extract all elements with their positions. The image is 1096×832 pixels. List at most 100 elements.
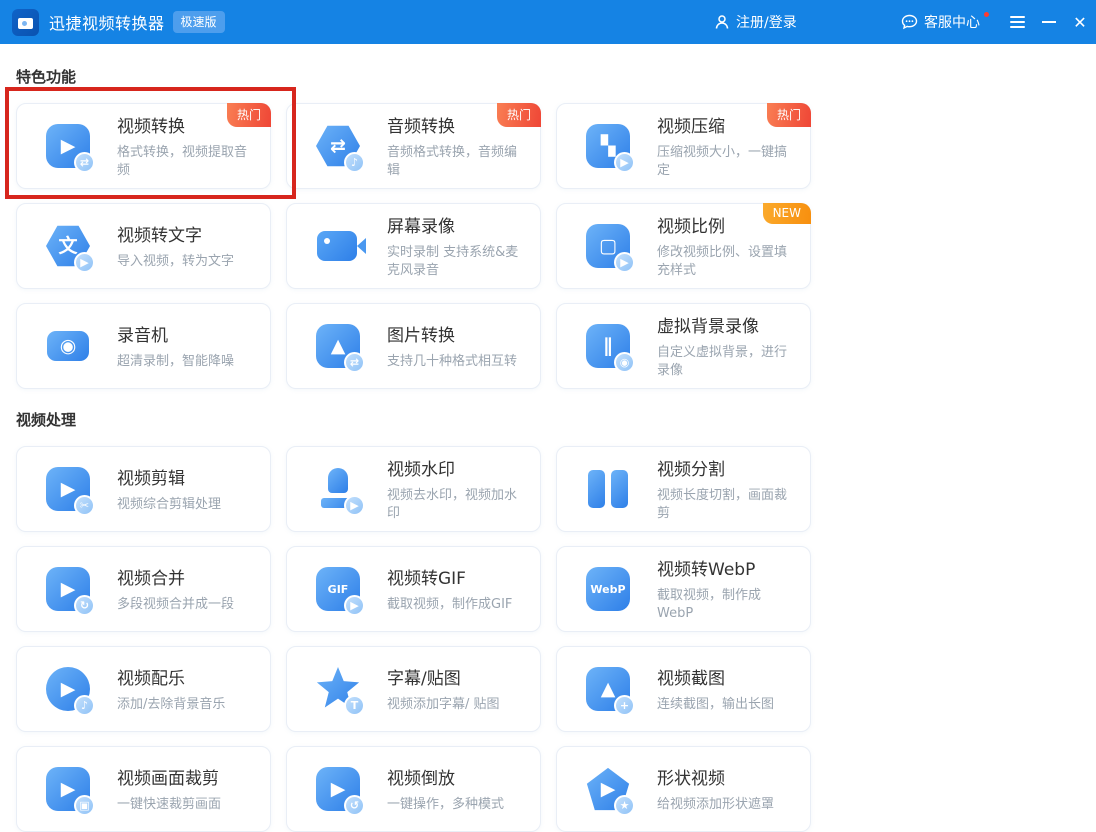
support-label: 客服中心: [924, 15, 980, 31]
card-subtitle: 一键快速裁剪画面: [117, 797, 222, 813]
edition-badge: 极速版: [172, 11, 225, 33]
feature-card[interactable]: ▲ + 视频截图 连续截图，输出长图: [556, 646, 811, 732]
card-subtitle: 支持几十种格式相互转: [387, 354, 518, 370]
feature-card[interactable]: GIF ▶ 视频转GIF 截取视频，制作成GIF: [286, 546, 541, 632]
card-subtitle: 视频添加字幕/ 贴图: [387, 697, 500, 713]
app-logo-camera-icon: [12, 8, 39, 36]
feature-card[interactable]: ▶ ★ 形状视频 给视频添加形状遮罩: [556, 746, 811, 832]
video-crop-icon: ▶ ▣: [44, 765, 95, 816]
user-icon: [715, 15, 729, 29]
close-icon[interactable]: ✕: [1068, 0, 1092, 44]
card-subtitle: 截取视频，制作成WebP: [657, 588, 762, 621]
subtitle-sticker-icon: T: [314, 665, 365, 716]
icon-mini-badge: ♪: [74, 695, 95, 716]
card-subtitle: 实时录制 支持系统&麦克风录音: [387, 245, 519, 278]
icon-mini-badge: ▶: [614, 152, 635, 173]
main-content: 特色功能 ▶ ⇄ 视频转换 格式转换，视频提取音频 热门 ⇄ ♪ 音频转换 音频…: [0, 44, 1096, 832]
feature-card[interactable]: 视频分割 视频长度切割，画面裁剪: [556, 446, 811, 532]
card-subtitle: 添加/去除背景音乐: [117, 697, 226, 713]
card-subtitle: 给视频添加形状遮罩: [657, 797, 775, 813]
video-to-gif-icon: GIF ▶: [314, 565, 365, 616]
corner-badge: 热门: [766, 103, 811, 127]
card-title: 视频画面裁剪: [117, 769, 219, 790]
voice-recorder-icon: ◉: [44, 322, 92, 370]
login-label: 注册/登录: [736, 15, 797, 31]
icon-mini-badge: T: [344, 695, 365, 716]
video-compress-icon: ▚ ▶: [584, 122, 635, 173]
icon-mini-badge: +: [614, 695, 635, 716]
feature-card[interactable]: ▶ ▣ 视频画面裁剪 一键快速裁剪画面: [16, 746, 271, 832]
section-title-video-processing: 视频处理: [16, 411, 77, 429]
video-watermark-icon: ▶: [314, 465, 365, 516]
icon-mini-badge: ★: [614, 795, 635, 816]
card-subtitle: 视频综合剪辑处理: [117, 497, 222, 513]
card-subtitle: 格式转换，视频提取音频: [117, 145, 248, 178]
card-title: 视频分割: [657, 460, 725, 481]
video-merge-icon: ▶ ↻: [44, 565, 95, 616]
audio-convert-icon: ⇄ ♪: [314, 122, 365, 173]
virtual-background-record-icon: ∥ ◉: [584, 322, 635, 373]
card-title: 视频转GIF: [387, 569, 466, 590]
icon-mini-badge: ▶: [344, 495, 365, 516]
icon-mini-badge: ▶: [74, 252, 95, 273]
minimize-icon[interactable]: [1038, 0, 1060, 44]
feature-card[interactable]: ⇄ ♪ 音频转换 音频格式转换，音频编辑 热门: [286, 103, 541, 189]
video-to-text-icon: 文 ▶: [44, 222, 95, 273]
card-title: 视频转文字: [117, 226, 202, 247]
icon-mini-badge: ▶: [344, 595, 365, 616]
feature-card[interactable]: 文 ▶ 视频转文字 导入视频，转为文字: [16, 203, 271, 289]
icon-mini-badge: ⇄: [74, 152, 95, 173]
feature-card[interactable]: ◉ 录音机 超清录制，智能降噪: [16, 303, 271, 389]
feature-card[interactable]: ▶ ⇄ 视频转换 格式转换，视频提取音频 热门: [16, 103, 271, 189]
card-title: 视频截图: [657, 669, 725, 690]
screen-record-icon: [314, 222, 362, 270]
card-title: 字幕/贴图: [387, 669, 461, 690]
card-title: 视频转WebP: [657, 560, 756, 581]
card-subtitle: 自定义虚拟背景，进行录像: [657, 345, 788, 378]
card-subtitle: 导入视频，转为文字: [117, 254, 235, 270]
feature-card[interactable]: ▶ ↺ 视频倒放 一键操作，多种模式: [286, 746, 541, 832]
icon-mini-badge: ↺: [344, 795, 365, 816]
card-subtitle: 连续截图，输出长图: [657, 697, 775, 713]
hamburger-menu-icon[interactable]: [1006, 0, 1028, 44]
video-screenshot-icon: ▲ +: [584, 665, 635, 716]
video-music-icon: ▶ ♪: [44, 665, 95, 716]
card-title: 视频剪辑: [117, 469, 185, 490]
feature-card[interactable]: ▶ ♪ 视频配乐 添加/去除背景音乐: [16, 646, 271, 732]
card-subtitle: 一键操作，多种模式: [387, 797, 505, 813]
feature-card[interactable]: ▢ ▶ 视频比例 修改视频比例、设置填充样式 NEW: [556, 203, 811, 289]
title-bar: 迅捷视频转换器 极速版 注册/登录 客服中心 ✕: [0, 0, 1096, 44]
video-convert-icon: ▶ ⇄: [44, 122, 95, 173]
corner-badge: 热门: [496, 103, 541, 127]
card-subtitle: 视频去水印，视频加水印: [387, 488, 518, 521]
card-subtitle: 视频长度切割，画面裁剪: [657, 488, 788, 521]
card-title: 虚拟背景录像: [657, 317, 759, 338]
feature-card[interactable]: ▶ ↻ 视频合并 多段视频合并成一段: [16, 546, 271, 632]
card-title: 视频配乐: [117, 669, 185, 690]
support-center-button[interactable]: 客服中心: [901, 0, 989, 44]
video-edit-icon: ▶ ✂: [44, 465, 95, 516]
login-button[interactable]: 注册/登录: [714, 0, 797, 44]
card-title: 图片转换: [387, 326, 455, 347]
card-title: 形状视频: [657, 769, 725, 790]
red-notification-dot: [984, 12, 989, 17]
icon-mini-badge: ↻: [74, 595, 95, 616]
feature-card[interactable]: ∥ ◉ 虚拟背景录像 自定义虚拟背景，进行录像: [556, 303, 811, 389]
video-split-icon: [584, 465, 632, 513]
feature-card[interactable]: ▶ 视频水印 视频去水印，视频加水印: [286, 446, 541, 532]
card-title: 视频倒放: [387, 769, 455, 790]
featured-grid: ▶ ⇄ 视频转换 格式转换，视频提取音频 热门 ⇄ ♪ 音频转换 音频格式转换，…: [16, 103, 1080, 389]
feature-card[interactable]: ▲ ⇄ 图片转换 支持几十种格式相互转: [286, 303, 541, 389]
icon-mini-badge: ◉: [614, 352, 635, 373]
card-subtitle: 超清录制，智能降噪: [117, 354, 235, 370]
card-subtitle: 多段视频合并成一段: [117, 597, 235, 613]
feature-card[interactable]: 屏幕录像 实时录制 支持系统&麦克风录音: [286, 203, 541, 289]
app-title: 迅捷视频转换器: [49, 14, 165, 33]
icon-mini-badge: ▣: [74, 795, 95, 816]
feature-card[interactable]: ▶ ✂ 视频剪辑 视频综合剪辑处理: [16, 446, 271, 532]
feature-card[interactable]: T 字幕/贴图 视频添加字幕/ 贴图: [286, 646, 541, 732]
feature-card[interactable]: WebP 视频转WebP 截取视频，制作成WebP: [556, 546, 811, 632]
feature-card[interactable]: ▚ ▶ 视频压缩 压缩视频大小，一键搞定 热门: [556, 103, 811, 189]
card-title: 录音机: [117, 326, 168, 347]
icon-mini-badge: ⇄: [344, 352, 365, 373]
